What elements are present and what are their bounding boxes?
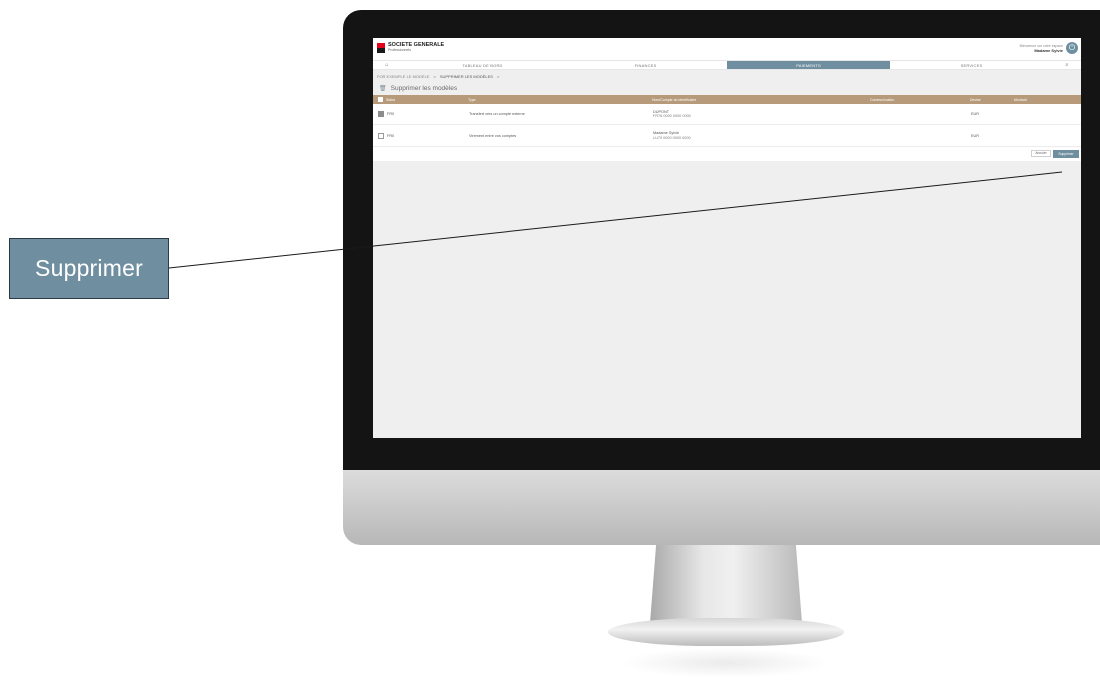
logo-icon xyxy=(377,43,385,53)
breadcrumb: FOR EXEMPLE LE MODÈLE > SUPPRIMER LES MO… xyxy=(373,70,1081,83)
breadcrumb-separator: > xyxy=(496,74,500,79)
trash-icon: 🗑 xyxy=(379,86,387,92)
nav-home-icon[interactable]: ⌂ xyxy=(373,61,401,69)
table-header: Statut Type Nom/Compte du bénéficiaire C… xyxy=(373,95,1081,104)
row-currency: EUR xyxy=(971,133,980,138)
page-title-text: Supprimer les modèles xyxy=(390,85,458,92)
logout-icon[interactable]: ⏻ xyxy=(1066,42,1078,54)
brand-logo[interactable]: SOCIETE GENERALE Professionnels xyxy=(377,42,449,56)
header-type: Type xyxy=(468,97,476,102)
row-currency: EUR xyxy=(971,112,980,116)
header-amount: Montant xyxy=(1014,97,1027,102)
monitor-base xyxy=(608,618,844,646)
breadcrumb-current: SUPPRIMER LES MODÈLES xyxy=(439,74,493,79)
table-row[interactable]: FR0 Virement entre vos comptes Madame Sy… xyxy=(373,125,1081,147)
row-status: FR0 xyxy=(387,112,395,116)
breadcrumb-separator: > xyxy=(433,74,436,79)
user-name: Madame Sylvie xyxy=(1034,47,1063,53)
table-row[interactable]: FR0 Transfert vers un compte externe DUP… xyxy=(373,104,1081,125)
header-communication: Communication xyxy=(870,97,895,102)
beneficiary-account: FR76 0000 0000 0000 xyxy=(653,114,691,118)
monitor-stand xyxy=(650,545,802,623)
breadcrumb-item[interactable]: FOR EXEMPLE LE MODÈLE xyxy=(377,70,429,83)
user-info: Bienvenue sur votre espace Madame Sylvie xyxy=(1020,44,1063,53)
nav-search-icon[interactable]: ⌕ xyxy=(1053,61,1081,69)
monitor-reflection xyxy=(620,648,832,678)
beneficiary-account: LU70 0000 0000 0000 xyxy=(653,135,691,140)
row-checkbox[interactable] xyxy=(378,132,384,139)
header-status: Statut xyxy=(386,97,396,102)
monitor-chin xyxy=(343,470,1100,545)
callout-label: Supprimer xyxy=(9,238,169,299)
row-type: Virement entre vos comptes xyxy=(469,133,517,138)
row-checkbox[interactable] xyxy=(378,111,384,117)
cancel-button[interactable]: Annuler xyxy=(1031,150,1051,157)
row-beneficiary: DUPONT FR76 0000 0000 0000 xyxy=(653,110,871,119)
screen: SOCIETE GENERALE Professionnels Bienvenu… xyxy=(373,38,1081,438)
brand-sub: Professionnels xyxy=(388,48,411,52)
header-currency: Devise xyxy=(970,97,981,102)
tab-tableau-de-bord[interactable]: TABLEAU DE BORD xyxy=(401,61,564,69)
page-title: 🗑 Supprimer les modèles xyxy=(373,83,1081,95)
action-bar: Annuler Supprimer xyxy=(373,147,1081,161)
row-type: Transfert vers un compte externe xyxy=(469,112,525,116)
tab-finances[interactable]: FINANCES xyxy=(564,61,727,69)
header-beneficiary: Nom/Compte du bénéficiaire xyxy=(652,97,697,102)
main-nav: ⌂ TABLEAU DE BORD FINANCES PAIEMENTS SER… xyxy=(373,60,1081,70)
app-header: SOCIETE GENERALE Professionnels Bienvenu… xyxy=(373,38,1081,60)
row-beneficiary: Madame Sylvie LU70 0000 0000 0000 xyxy=(653,131,871,140)
select-all-checkbox[interactable] xyxy=(378,97,383,102)
tab-services[interactable]: SERVICES xyxy=(890,61,1053,69)
delete-button[interactable]: Supprimer xyxy=(1053,150,1079,158)
tab-paiements[interactable]: PAIEMENTS xyxy=(727,61,890,69)
row-status: FR0 xyxy=(387,133,395,138)
